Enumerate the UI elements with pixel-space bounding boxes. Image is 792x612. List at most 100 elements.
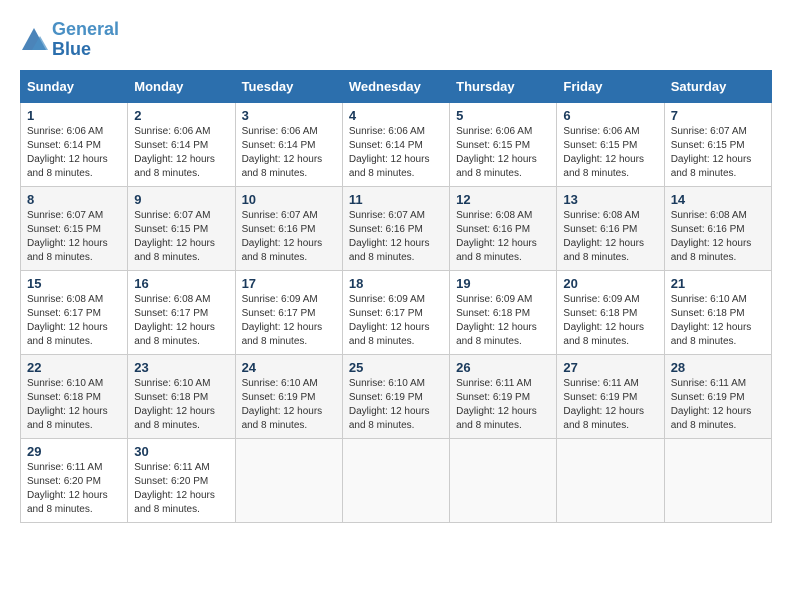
- day-number: 13: [563, 192, 657, 207]
- day-number: 7: [671, 108, 765, 123]
- day-info: Sunrise: 6:06 AM Sunset: 6:14 PM Dayligh…: [27, 125, 121, 181]
- column-header-saturday: Saturday: [664, 70, 771, 102]
- day-number: 6: [563, 108, 657, 123]
- column-header-friday: Friday: [557, 70, 664, 102]
- calendar-cell: 7 Sunrise: 6:07 AM Sunset: 6:15 PM Dayli…: [664, 102, 771, 186]
- day-info: Sunrise: 6:08 AM Sunset: 6:16 PM Dayligh…: [671, 209, 765, 265]
- calendar-cell: 6 Sunrise: 6:06 AM Sunset: 6:15 PM Dayli…: [557, 102, 664, 186]
- calendar-cell: 11 Sunrise: 6:07 AM Sunset: 6:16 PM Dayl…: [342, 186, 449, 270]
- column-header-thursday: Thursday: [450, 70, 557, 102]
- calendar-cell: 13 Sunrise: 6:08 AM Sunset: 6:16 PM Dayl…: [557, 186, 664, 270]
- calendar-week-row: 22 Sunrise: 6:10 AM Sunset: 6:18 PM Dayl…: [21, 354, 772, 438]
- calendar-cell: 25 Sunrise: 6:10 AM Sunset: 6:19 PM Dayl…: [342, 354, 449, 438]
- day-number: 24: [242, 360, 336, 375]
- calendar-cell: 23 Sunrise: 6:10 AM Sunset: 6:18 PM Dayl…: [128, 354, 235, 438]
- day-info: Sunrise: 6:09 AM Sunset: 6:18 PM Dayligh…: [563, 293, 657, 349]
- day-number: 9: [134, 192, 228, 207]
- calendar-cell: 9 Sunrise: 6:07 AM Sunset: 6:15 PM Dayli…: [128, 186, 235, 270]
- day-number: 12: [456, 192, 550, 207]
- calendar-week-row: 29 Sunrise: 6:11 AM Sunset: 6:20 PM Dayl…: [21, 438, 772, 522]
- day-number: 23: [134, 360, 228, 375]
- column-header-tuesday: Tuesday: [235, 70, 342, 102]
- calendar-cell: [664, 438, 771, 522]
- calendar-header-row: SundayMondayTuesdayWednesdayThursdayFrid…: [21, 70, 772, 102]
- calendar-cell: 19 Sunrise: 6:09 AM Sunset: 6:18 PM Dayl…: [450, 270, 557, 354]
- logo-text: GeneralBlue: [52, 20, 119, 60]
- calendar-cell: 18 Sunrise: 6:09 AM Sunset: 6:17 PM Dayl…: [342, 270, 449, 354]
- day-number: 15: [27, 276, 121, 291]
- day-info: Sunrise: 6:07 AM Sunset: 6:15 PM Dayligh…: [671, 125, 765, 181]
- day-number: 21: [671, 276, 765, 291]
- day-number: 26: [456, 360, 550, 375]
- calendar-cell: 22 Sunrise: 6:10 AM Sunset: 6:18 PM Dayl…: [21, 354, 128, 438]
- day-number: 16: [134, 276, 228, 291]
- day-info: Sunrise: 6:08 AM Sunset: 6:17 PM Dayligh…: [27, 293, 121, 349]
- day-info: Sunrise: 6:06 AM Sunset: 6:14 PM Dayligh…: [242, 125, 336, 181]
- day-number: 25: [349, 360, 443, 375]
- day-info: Sunrise: 6:11 AM Sunset: 6:20 PM Dayligh…: [27, 461, 121, 517]
- day-number: 1: [27, 108, 121, 123]
- day-number: 18: [349, 276, 443, 291]
- day-info: Sunrise: 6:09 AM Sunset: 6:17 PM Dayligh…: [349, 293, 443, 349]
- day-number: 20: [563, 276, 657, 291]
- day-info: Sunrise: 6:08 AM Sunset: 6:16 PM Dayligh…: [563, 209, 657, 265]
- calendar-cell: 5 Sunrise: 6:06 AM Sunset: 6:15 PM Dayli…: [450, 102, 557, 186]
- column-header-wednesday: Wednesday: [342, 70, 449, 102]
- day-number: 5: [456, 108, 550, 123]
- day-number: 14: [671, 192, 765, 207]
- day-number: 27: [563, 360, 657, 375]
- day-number: 28: [671, 360, 765, 375]
- calendar-cell: 8 Sunrise: 6:07 AM Sunset: 6:15 PM Dayli…: [21, 186, 128, 270]
- calendar-week-row: 1 Sunrise: 6:06 AM Sunset: 6:14 PM Dayli…: [21, 102, 772, 186]
- day-info: Sunrise: 6:08 AM Sunset: 6:17 PM Dayligh…: [134, 293, 228, 349]
- calendar-cell: 27 Sunrise: 6:11 AM Sunset: 6:19 PM Dayl…: [557, 354, 664, 438]
- calendar-cell: 17 Sunrise: 6:09 AM Sunset: 6:17 PM Dayl…: [235, 270, 342, 354]
- day-info: Sunrise: 6:10 AM Sunset: 6:18 PM Dayligh…: [134, 377, 228, 433]
- day-number: 22: [27, 360, 121, 375]
- day-info: Sunrise: 6:06 AM Sunset: 6:15 PM Dayligh…: [456, 125, 550, 181]
- day-info: Sunrise: 6:11 AM Sunset: 6:19 PM Dayligh…: [671, 377, 765, 433]
- day-number: 19: [456, 276, 550, 291]
- calendar-cell: 24 Sunrise: 6:10 AM Sunset: 6:19 PM Dayl…: [235, 354, 342, 438]
- page-header: GeneralBlue: [20, 20, 772, 60]
- calendar-cell: 29 Sunrise: 6:11 AM Sunset: 6:20 PM Dayl…: [21, 438, 128, 522]
- day-info: Sunrise: 6:09 AM Sunset: 6:18 PM Dayligh…: [456, 293, 550, 349]
- calendar-cell: 20 Sunrise: 6:09 AM Sunset: 6:18 PM Dayl…: [557, 270, 664, 354]
- calendar-cell: [342, 438, 449, 522]
- calendar-cell: 1 Sunrise: 6:06 AM Sunset: 6:14 PM Dayli…: [21, 102, 128, 186]
- day-info: Sunrise: 6:06 AM Sunset: 6:14 PM Dayligh…: [134, 125, 228, 181]
- calendar-cell: 14 Sunrise: 6:08 AM Sunset: 6:16 PM Dayl…: [664, 186, 771, 270]
- day-info: Sunrise: 6:09 AM Sunset: 6:17 PM Dayligh…: [242, 293, 336, 349]
- day-number: 11: [349, 192, 443, 207]
- calendar-cell: 26 Sunrise: 6:11 AM Sunset: 6:19 PM Dayl…: [450, 354, 557, 438]
- calendar-cell: 28 Sunrise: 6:11 AM Sunset: 6:19 PM Dayl…: [664, 354, 771, 438]
- day-info: Sunrise: 6:07 AM Sunset: 6:16 PM Dayligh…: [242, 209, 336, 265]
- day-number: 8: [27, 192, 121, 207]
- calendar-cell: 12 Sunrise: 6:08 AM Sunset: 6:16 PM Dayl…: [450, 186, 557, 270]
- calendar-cell: [450, 438, 557, 522]
- day-info: Sunrise: 6:08 AM Sunset: 6:16 PM Dayligh…: [456, 209, 550, 265]
- calendar-cell: [557, 438, 664, 522]
- calendar-cell: [235, 438, 342, 522]
- day-info: Sunrise: 6:10 AM Sunset: 6:18 PM Dayligh…: [671, 293, 765, 349]
- day-number: 4: [349, 108, 443, 123]
- calendar-cell: 21 Sunrise: 6:10 AM Sunset: 6:18 PM Dayl…: [664, 270, 771, 354]
- calendar-week-row: 8 Sunrise: 6:07 AM Sunset: 6:15 PM Dayli…: [21, 186, 772, 270]
- calendar-cell: 10 Sunrise: 6:07 AM Sunset: 6:16 PM Dayl…: [235, 186, 342, 270]
- day-info: Sunrise: 6:11 AM Sunset: 6:20 PM Dayligh…: [134, 461, 228, 517]
- day-info: Sunrise: 6:10 AM Sunset: 6:19 PM Dayligh…: [242, 377, 336, 433]
- day-info: Sunrise: 6:06 AM Sunset: 6:15 PM Dayligh…: [563, 125, 657, 181]
- logo: GeneralBlue: [20, 20, 119, 60]
- day-info: Sunrise: 6:07 AM Sunset: 6:15 PM Dayligh…: [134, 209, 228, 265]
- logo-icon: [20, 26, 48, 54]
- calendar-cell: 15 Sunrise: 6:08 AM Sunset: 6:17 PM Dayl…: [21, 270, 128, 354]
- calendar-cell: 30 Sunrise: 6:11 AM Sunset: 6:20 PM Dayl…: [128, 438, 235, 522]
- column-header-monday: Monday: [128, 70, 235, 102]
- calendar-week-row: 15 Sunrise: 6:08 AM Sunset: 6:17 PM Dayl…: [21, 270, 772, 354]
- calendar-cell: 2 Sunrise: 6:06 AM Sunset: 6:14 PM Dayli…: [128, 102, 235, 186]
- day-info: Sunrise: 6:07 AM Sunset: 6:16 PM Dayligh…: [349, 209, 443, 265]
- day-info: Sunrise: 6:11 AM Sunset: 6:19 PM Dayligh…: [456, 377, 550, 433]
- day-info: Sunrise: 6:10 AM Sunset: 6:18 PM Dayligh…: [27, 377, 121, 433]
- day-info: Sunrise: 6:10 AM Sunset: 6:19 PM Dayligh…: [349, 377, 443, 433]
- calendar-cell: 3 Sunrise: 6:06 AM Sunset: 6:14 PM Dayli…: [235, 102, 342, 186]
